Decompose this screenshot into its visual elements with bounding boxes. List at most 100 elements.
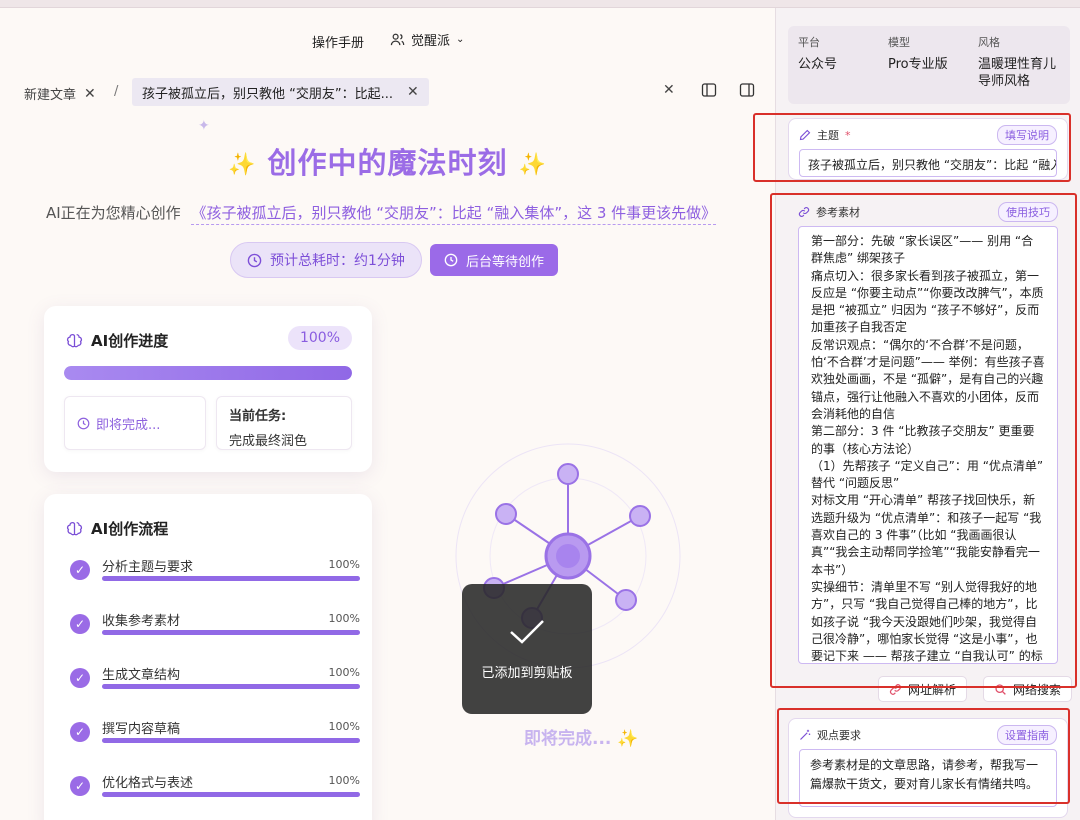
- web-search-label: 网络搜索: [1013, 682, 1062, 697]
- tab-separator: /: [114, 84, 119, 99]
- theme-label: 主题: [817, 129, 839, 142]
- url-parse-button[interactable]: 网址解析: [878, 676, 968, 702]
- flow-card: AI创作流程 ✓ 分析主题与要求 100% ✓ 收集参考素材 100% ✓ 生成…: [44, 494, 372, 820]
- flow-step-bar-fill: [102, 684, 360, 689]
- checkmark-icon: [510, 619, 544, 644]
- flow-step-bar-fill: [102, 630, 360, 635]
- reference-section-header: 参考素材: [798, 204, 860, 220]
- flow-step-percent: 100%: [328, 720, 360, 733]
- flow-step-name: 撰写内容草稿: [102, 722, 181, 737]
- check-icon: ✓: [70, 614, 90, 634]
- tab-active-article[interactable]: 孩子被孤立后，别只教他 “交朋友”：比起... ✕: [132, 78, 429, 106]
- tab-bar: 新建文章 ✕ / 孩子被孤立后，别只教他 “交朋友”：比起... ✕ ✕: [0, 78, 775, 106]
- top-nav: 操作手册 觉醒派 ⌄: [0, 28, 775, 52]
- chevron-down-icon: ⌄: [456, 34, 465, 45]
- meta-style-value: 温暖理性育儿导师风格: [978, 57, 1057, 89]
- panel-left-icon[interactable]: [701, 82, 717, 98]
- subtitle: AI正在为您精心创作 《孩子被孤立后，别只教他 “交朋友”：比起 “融入集体”，…: [46, 202, 717, 225]
- reference-help-link[interactable]: 使用技巧: [998, 202, 1058, 222]
- clock-icon: [247, 253, 262, 267]
- check-icon: ✓: [70, 776, 90, 796]
- clipboard-toast-text: 已添加到剪贴板: [481, 665, 573, 681]
- viewpoint-help-link[interactable]: 设置指南: [997, 725, 1057, 745]
- main-area: 操作手册 觉醒派 ⌄ 新建文章 ✕ / 孩子被孤立后，别只教他 “交朋友”：比起…: [0, 8, 775, 820]
- flow-step-percent: 100%: [328, 774, 360, 787]
- background-wait-button[interactable]: 后台等待创作: [430, 244, 559, 276]
- check-icon: ✓: [70, 668, 90, 688]
- progress-card-title: AI创作进度: [91, 332, 169, 350]
- meta-model-value: Pro专业版: [888, 57, 948, 72]
- tab-active-label: 孩子被孤立后，别只教他 “交朋友”：比起...: [142, 86, 393, 102]
- flow-step-bar-fill: [102, 792, 360, 797]
- required-marker: *: [845, 128, 851, 142]
- flow-step-name: 分析主题与要求: [102, 560, 194, 575]
- flow-step-percent: 100%: [328, 666, 360, 679]
- link-icon: [798, 207, 810, 217]
- flow-step: ✓ 撰写内容草稿 100%: [70, 718, 360, 772]
- meta-platform-label: 平台: [798, 36, 820, 49]
- search-icon: [995, 683, 1006, 695]
- page-title: ✨ 创作中的魔法时刻 ✨: [0, 140, 775, 182]
- meta-platform-value: 公众号: [798, 57, 838, 72]
- meta-platform: 平台 公众号: [798, 34, 878, 73]
- flow-card-title: AI创作流程: [91, 520, 169, 538]
- meta-model-label: 模型: [888, 36, 910, 49]
- subtitle-prefix: AI正在为您精心创作: [46, 204, 181, 222]
- flow-step-bar: [102, 684, 360, 689]
- theme-section: 主题 * 填写说明 孩子被孤立后，别只教他 “交朋友”：比起 “融入集体”，这 …: [788, 118, 1068, 180]
- flow-step-name: 优化格式与表述: [102, 776, 194, 791]
- completion-status-label: 即将完成...: [524, 729, 612, 749]
- sparkle-icon: ✨: [617, 729, 639, 749]
- reference-section: 参考素材 使用技巧 第一部分：先破 “家长误区”—— 别用 “合群焦虑” 绑架孩…: [788, 196, 1068, 664]
- flow-step-bar: [102, 792, 360, 797]
- users-icon: [390, 33, 405, 46]
- viewpoint-textarea[interactable]: 参考素材是的文章思路，请参考，帮我写一篇爆款干货文，要对育儿家长有情绪共鸣。: [799, 749, 1057, 807]
- progress-status-text: 即将完成...: [96, 417, 161, 433]
- reference-textarea[interactable]: 第一部分：先破 “家长误区”—— 别用 “合群焦虑” 绑架孩子 痛点切入：很多家…: [798, 226, 1058, 664]
- flow-step-list: ✓ 分析主题与要求 100% ✓ 收集参考素材 100% ✓ 生成文章结构 10…: [70, 556, 360, 820]
- manual-link[interactable]: 操作手册: [312, 32, 364, 51]
- sparkle-icon: ✨: [518, 152, 548, 178]
- close-all-icon[interactable]: ✕: [663, 82, 679, 98]
- flow-step-bar-fill: [102, 576, 360, 581]
- article-title: 《孩子被孤立后，别只教他 “交朋友”：比起 “融入集体”，这 3 件事更该先做》: [191, 204, 717, 225]
- reference-label: 参考素材: [816, 206, 860, 219]
- user-name: 觉醒派: [411, 34, 451, 49]
- flow-step-bar: [102, 630, 360, 635]
- check-icon: ✓: [70, 722, 90, 742]
- clock-icon: [444, 253, 458, 267]
- check-icon: ✓: [70, 560, 90, 580]
- sparkle-icon: ✨: [227, 152, 257, 178]
- eta-text: 预计总耗时：约1分钟: [270, 253, 405, 269]
- flow-step: ✓ 分析主题与要求 100%: [70, 556, 360, 610]
- viewpoint-section-header: 观点要求: [799, 727, 861, 743]
- panel-right-icon[interactable]: [739, 82, 755, 98]
- flow-step-bar: [102, 576, 360, 581]
- page-title-text: 创作中的魔法时刻: [267, 146, 508, 180]
- theme-help-link[interactable]: 填写说明: [997, 125, 1057, 145]
- flow-step-percent: 100%: [328, 558, 360, 571]
- sparkle-icon: ✦: [198, 118, 210, 134]
- current-task-box: 当前任务: 完成最终润色: [216, 396, 352, 450]
- flow-step: ✓ 优化格式与表述 100%: [70, 772, 360, 820]
- pencil-icon: [799, 129, 811, 141]
- meta-model: 模型 Pro专业版: [888, 34, 968, 73]
- theme-input[interactable]: 孩子被孤立后，别只教他 “交朋友”：比起 “融入集体”，这 3 件事更该先做: [799, 149, 1057, 177]
- flow-step-percent: 100%: [328, 612, 360, 625]
- web-search-button[interactable]: 网络搜索: [983, 676, 1073, 702]
- clock-icon: [77, 417, 90, 429]
- eta-badge: 预计总耗时：约1分钟: [230, 242, 422, 278]
- viewpoint-section: 观点要求 设置指南 参考素材是的文章思路，请参考，帮我写一篇爆款干货文，要对育儿…: [788, 718, 1068, 818]
- close-icon[interactable]: ✕: [407, 84, 419, 100]
- progress-card-header: AI创作进度: [66, 330, 168, 351]
- tab-new-article[interactable]: 新建文章 ✕: [24, 84, 96, 104]
- brain-icon: [66, 522, 83, 536]
- user-menu[interactable]: 觉醒派 ⌄: [390, 30, 464, 49]
- url-parse-label: 网址解析: [908, 682, 957, 697]
- meta-info: 平台 公众号 模型 Pro专业版 风格 温暖理性育儿导师风格: [788, 26, 1070, 104]
- progress-status-box: 即将完成...: [64, 396, 206, 450]
- background-wait-label: 后台等待创作: [466, 254, 545, 270]
- tab-tools: ✕: [663, 82, 755, 98]
- flow-step-bar: [102, 738, 360, 743]
- close-icon[interactable]: ✕: [84, 86, 96, 102]
